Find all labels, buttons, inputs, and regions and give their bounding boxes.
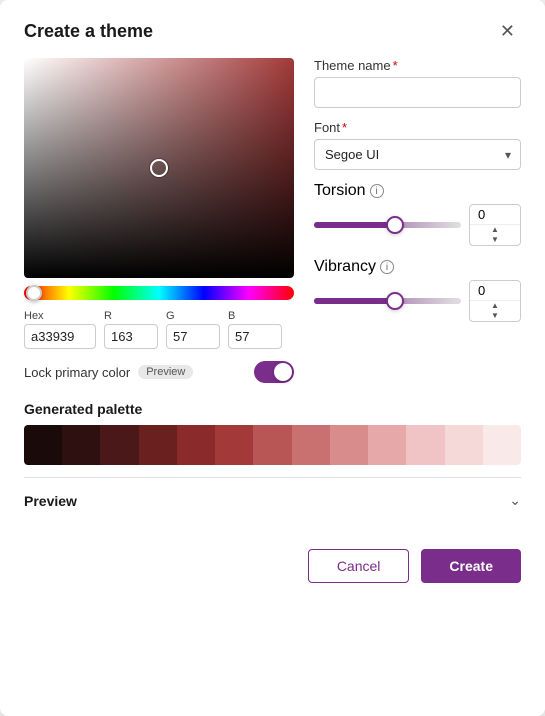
palette-swatch[interactable]: [368, 425, 406, 465]
color-picker-gradient[interactable]: [24, 58, 294, 278]
preview-badge: Preview: [138, 365, 193, 379]
torsion-slider-container: [314, 222, 461, 228]
vibrancy-slider-row: 0 ▲ ▼: [314, 280, 521, 322]
palette-swatches: [24, 425, 521, 465]
torsion-label-row: Torsion i: [314, 182, 521, 200]
preview-header-title: Preview: [24, 493, 77, 509]
close-button[interactable]: ✕: [494, 20, 521, 42]
r-input-group: R: [104, 310, 158, 349]
torsion-number-input[interactable]: 0: [470, 205, 520, 224]
r-label: R: [104, 310, 158, 322]
font-required: *: [342, 120, 347, 135]
font-select-wrapper: Segoe UI Arial Calibri Verdana ▾: [314, 139, 521, 170]
theme-name-input[interactable]: [314, 77, 521, 108]
right-panel: Theme name* Font* Segoe UI Arial Calibri…: [314, 58, 521, 383]
torsion-up-button[interactable]: ▲: [470, 225, 520, 235]
lock-primary-toggle[interactable]: [254, 361, 294, 383]
color-inputs: Hex R G B: [24, 310, 294, 349]
palette-swatch[interactable]: [24, 425, 62, 465]
lock-primary-label: Lock primary color: [24, 365, 130, 380]
palette-swatch[interactable]: [253, 425, 291, 465]
dialog-title: Create a theme: [24, 21, 153, 42]
hex-label: Hex: [24, 310, 96, 322]
b-label: B: [228, 310, 282, 322]
font-select[interactable]: Segoe UI Arial Calibri Verdana: [314, 139, 521, 170]
palette-swatch[interactable]: [292, 425, 330, 465]
b-input[interactable]: [228, 324, 282, 349]
g-input-group: G: [166, 310, 220, 349]
hue-slider-container: [24, 286, 294, 300]
footer-buttons: Cancel Create: [24, 541, 521, 583]
hex-input[interactable]: [24, 324, 96, 349]
torsion-arrows: ▲ ▼: [470, 224, 520, 245]
vibrancy-up-button[interactable]: ▲: [470, 301, 520, 311]
palette-swatch[interactable]: [177, 425, 215, 465]
create-button[interactable]: Create: [421, 549, 521, 583]
torsion-number-wrapper: 0 ▲ ▼: [469, 204, 521, 246]
cancel-button[interactable]: Cancel: [308, 549, 410, 583]
hex-input-group: Hex: [24, 310, 96, 349]
g-input[interactable]: [166, 324, 220, 349]
palette-swatch[interactable]: [406, 425, 444, 465]
vibrancy-label: Vibrancy: [314, 258, 376, 276]
lock-row: Lock primary color Preview: [24, 361, 294, 383]
font-field: Font* Segoe UI Arial Calibri Verdana ▾: [314, 120, 521, 170]
palette-swatch[interactable]: [483, 425, 521, 465]
palette-swatch[interactable]: [62, 425, 100, 465]
torsion-down-button[interactable]: ▼: [470, 235, 520, 245]
vibrancy-slider-container: [314, 298, 461, 304]
color-picker-cursor: [150, 159, 168, 177]
vibrancy-field: Vibrancy i 0 ▲ ▼: [314, 258, 521, 322]
preview-header[interactable]: Preview ⌄: [24, 478, 521, 517]
b-input-group: B: [228, 310, 282, 349]
vibrancy-number-wrapper: 0 ▲ ▼: [469, 280, 521, 322]
theme-name-label: Theme name*: [314, 58, 521, 73]
theme-name-required: *: [393, 58, 398, 73]
vibrancy-label-row: Vibrancy i: [314, 258, 521, 276]
palette-title: Generated palette: [24, 401, 521, 417]
palette-swatch[interactable]: [330, 425, 368, 465]
torsion-slider-row: 0 ▲ ▼: [314, 204, 521, 246]
g-label: G: [166, 310, 220, 322]
dialog-header: Create a theme ✕: [24, 20, 521, 42]
r-input[interactable]: [104, 324, 158, 349]
torsion-label: Torsion: [314, 182, 366, 200]
create-theme-dialog: Create a theme ✕ Hex R: [0, 0, 545, 716]
theme-name-field: Theme name*: [314, 58, 521, 108]
torsion-info-icon[interactable]: i: [370, 184, 384, 198]
font-label: Font*: [314, 120, 521, 135]
palette-section: Generated palette: [24, 401, 521, 465]
palette-swatch[interactable]: [100, 425, 138, 465]
palette-swatch[interactable]: [445, 425, 483, 465]
vibrancy-arrows: ▲ ▼: [470, 300, 520, 321]
main-content: Hex R G B Lock primary color: [24, 58, 521, 383]
preview-section: Preview ⌄: [24, 477, 521, 517]
chevron-down-icon: ⌄: [509, 492, 521, 509]
palette-swatch[interactable]: [139, 425, 177, 465]
vibrancy-number-input[interactable]: 0: [470, 281, 520, 300]
torsion-field: Torsion i 0 ▲ ▼: [314, 182, 521, 246]
toggle-slider: [254, 361, 294, 383]
vibrancy-info-icon[interactable]: i: [380, 260, 394, 274]
vibrancy-down-button[interactable]: ▼: [470, 311, 520, 321]
left-panel: Hex R G B Lock primary color: [24, 58, 294, 383]
palette-swatch[interactable]: [215, 425, 253, 465]
